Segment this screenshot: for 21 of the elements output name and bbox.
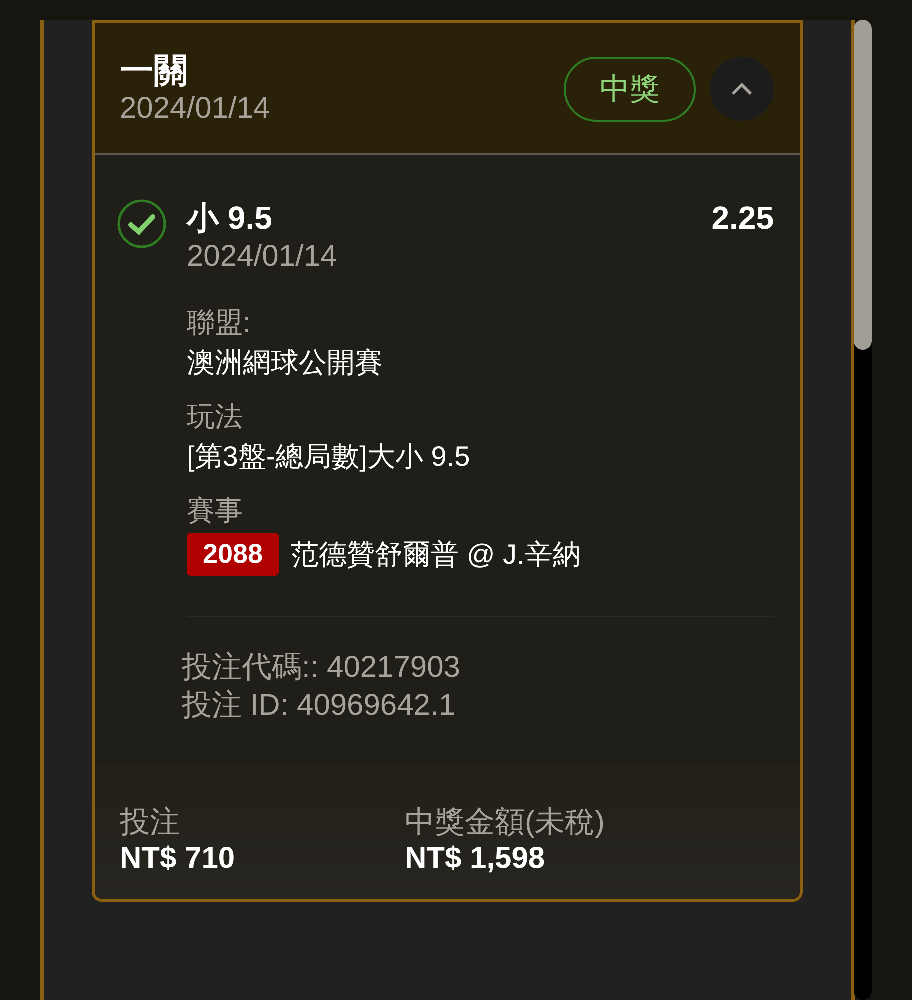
total-amount: NT$ 1,598 [405,841,546,877]
detail-value: 范德贊舒爾普 @ J.辛納 [291,538,581,572]
event-number: 2088 [187,533,280,576]
selection-pick: 小 9.5 [187,199,274,238]
detail-value: 澳洲網球公開賽 [187,346,384,380]
detail-label: 玩法 [187,400,244,434]
total-label: 中獎金額(未稅) [405,805,606,841]
detail-value: [第3盤-總局數]大小 9.5 [187,440,472,474]
bet-code: 投注代碼:: 40217903 [182,650,462,686]
status-badge: 中獎 [564,56,696,122]
bet-code: 投注 ID: 40969642.1 [182,688,457,724]
selection-date: 2024/01/14 [187,239,338,275]
total-label: 投注 [120,805,181,841]
scrollbar[interactable] [853,20,873,1000]
odds: 2.25 [712,199,774,238]
chevron-icon [730,81,754,97]
ticket-date: 2024/01/14 [120,91,272,127]
detail-label: 聯盟: [187,306,252,340]
total-amount: NT$ 710 [120,841,236,877]
ticket-title: 一關 [120,51,189,91]
detail-label: 賽事 [187,494,244,528]
